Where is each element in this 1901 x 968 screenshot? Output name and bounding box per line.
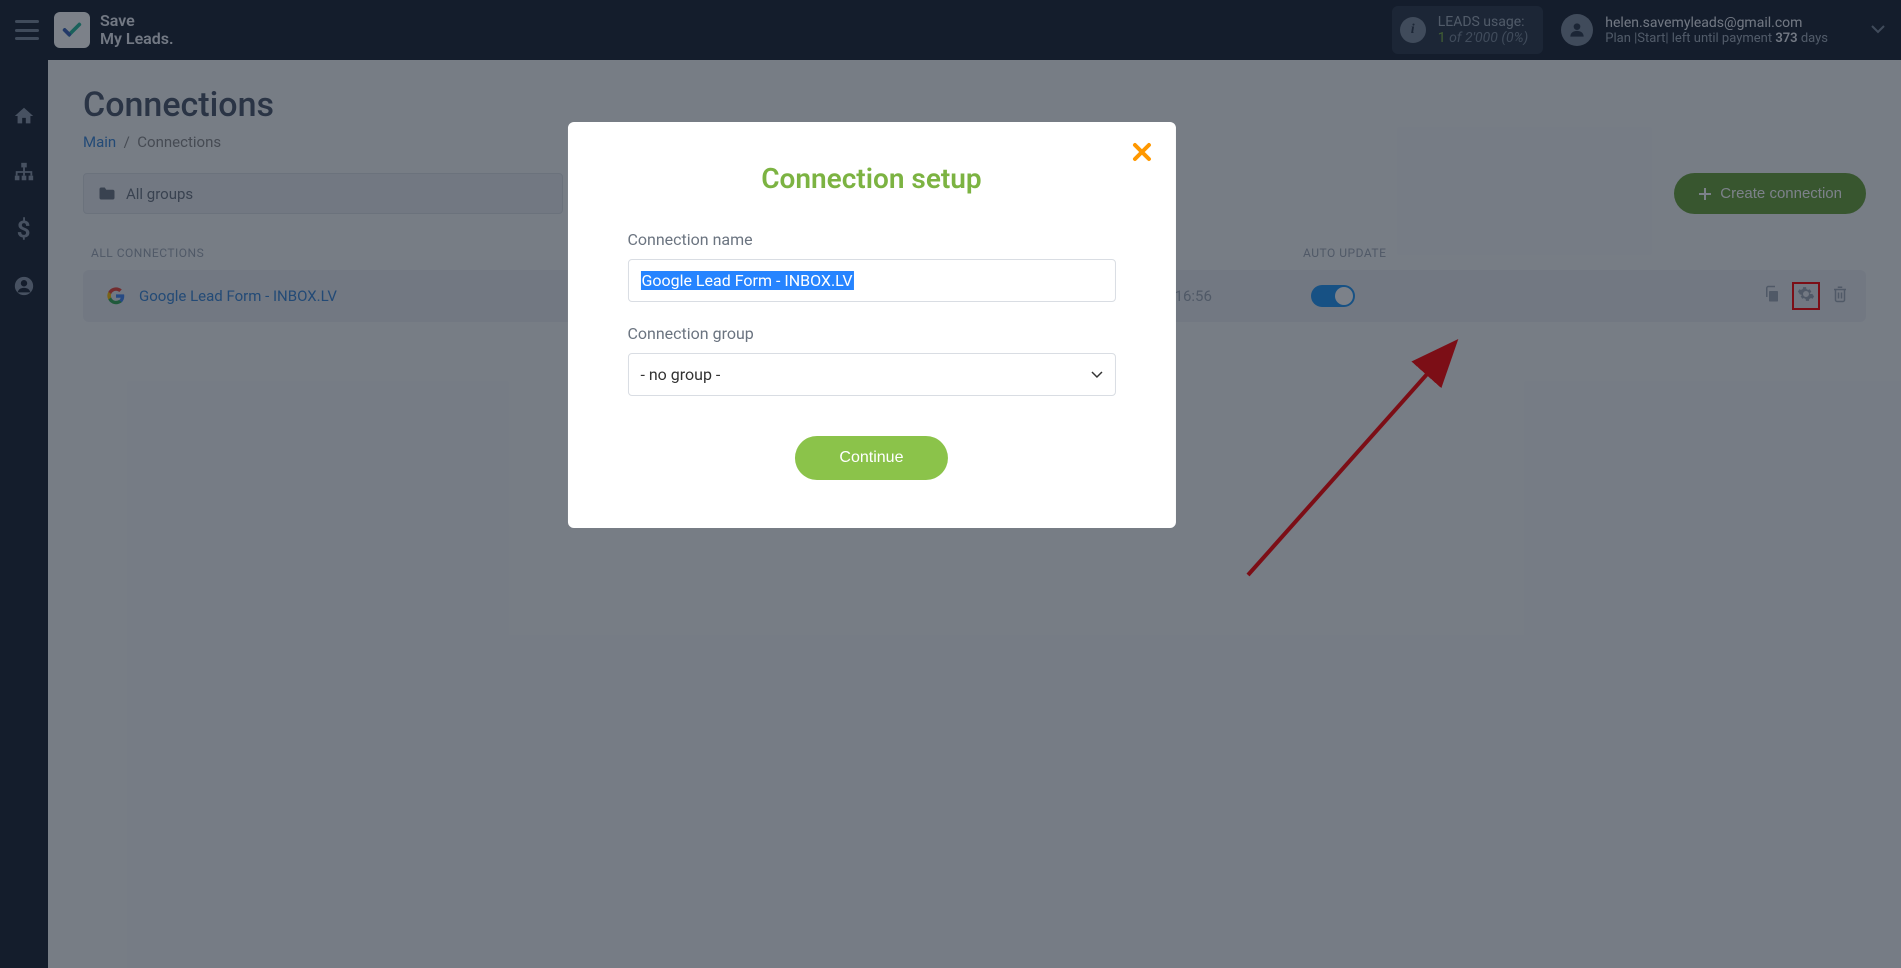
continue-button[interactable]: Continue [795,436,947,480]
close-icon[interactable] [1131,142,1151,166]
connection-name-label: Connection name [627,230,1115,249]
chevron-down-icon [1090,371,1102,379]
modal-title: Connection setup [627,162,1115,195]
connection-name-input[interactable]: Google Lead Form - INBOX.LV [627,259,1115,302]
connection-setup-modal: Connection setup Connection name Google … [567,122,1175,528]
connection-group-label: Connection group [627,324,1115,343]
connection-group-select[interactable]: - no group - [627,353,1115,396]
